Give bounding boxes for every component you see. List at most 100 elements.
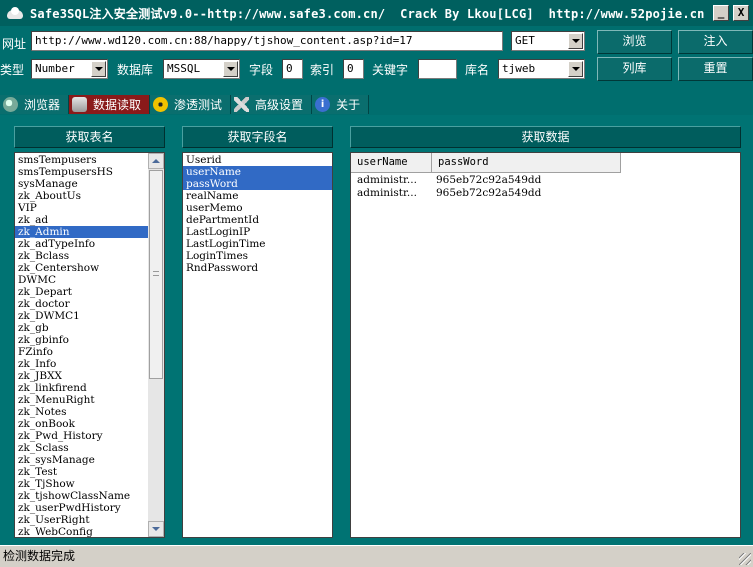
resize-grip-icon[interactable] [739, 553, 751, 565]
inject-button[interactable]: 注入 [678, 30, 753, 54]
list-item[interactable]: zk_MenuRight [15, 394, 148, 406]
list-item[interactable]: zk_Depart [15, 286, 148, 298]
tab-advanced[interactable]: 高级设置 [231, 95, 313, 114]
cell-password: 965eb72c92a549dd [436, 174, 542, 186]
status-bar: 检测数据完成 [0, 545, 753, 567]
list-item[interactable]: FZinfo [15, 346, 148, 358]
list-item[interactable]: zk_onBook [15, 418, 148, 430]
reset-button[interactable]: 重置 [678, 57, 753, 81]
chevron-down-icon[interactable] [568, 61, 583, 77]
list-item[interactable]: zk_doctor [15, 298, 148, 310]
tab-about[interactable]: i 关于 [312, 95, 370, 114]
fields-items: Userid userName passWord realName userMemo de… [183, 153, 332, 274]
type-value: Number [35, 62, 75, 75]
window-title: Safe3SQL注入安全测试v9.0--http://www.safe3.com… [30, 6, 705, 21]
list-item[interactable]: zk_TjShow [15, 478, 148, 490]
chevron-down-icon [152, 527, 160, 531]
list-item[interactable]: smsTempusersHS [15, 166, 148, 178]
field-label: 字段 [249, 63, 274, 77]
minimize-button[interactable]: _ [713, 5, 729, 21]
list-item[interactable]: zk_Centershow [15, 262, 148, 274]
grip-lines-icon [153, 271, 159, 276]
list-item[interactable]: zk_Bclass [15, 250, 148, 262]
grid-header: userName passWord [351, 153, 621, 173]
grid-col-password[interactable]: passWord [432, 153, 621, 173]
tab-data-read-label: 数据读取 [93, 98, 142, 112]
list-item[interactable]: LastLoginIP [183, 226, 332, 238]
list-item[interactable]: zk_Notes [15, 406, 148, 418]
keyword-label: 关键字 [372, 63, 409, 77]
list-item[interactable]: zk_Pwd_History [15, 430, 148, 442]
tab-advanced-label: 高级设置 [255, 98, 304, 112]
grid-col-username[interactable]: userName [351, 153, 432, 173]
db-label: 数据库 [117, 63, 154, 77]
chevron-up-icon [152, 159, 160, 163]
db-value: MSSQL [167, 62, 201, 75]
list-item[interactable]: zk_WebConfig [15, 526, 148, 537]
cell-username: administr... [357, 187, 417, 199]
list-item[interactable]: sysManage [15, 178, 148, 190]
type-select[interactable]: Number [31, 59, 108, 79]
tables-scrollbar[interactable] [148, 153, 164, 537]
list-item[interactable]: userMemo [183, 202, 332, 214]
list-item[interactable]: zk_Info [15, 358, 148, 370]
chevron-down-icon[interactable] [91, 61, 106, 77]
list-item[interactable]: zk_ad [15, 214, 148, 226]
method-value: GET [515, 34, 535, 47]
tab-pentest-label: 渗透测试 [174, 98, 223, 112]
list-item[interactable]: dePartmentId [183, 214, 332, 226]
table-row[interactable]: administr... 965eb72c92a549dd [351, 187, 541, 200]
table-row[interactable]: administr... 965eb72c92a549dd [351, 174, 541, 187]
index-input[interactable]: 0 [343, 59, 364, 79]
fields-list[interactable]: Userid userName passWord realName userMemo de… [182, 152, 333, 538]
tab-data-read[interactable]: 数据读取 [69, 95, 151, 114]
list-item[interactable]: zk_AboutUs [15, 190, 148, 202]
chevron-down-icon[interactable] [223, 61, 238, 77]
browse-button[interactable]: 浏览 [597, 30, 672, 54]
tab-browser[interactable]: 浏览器 [0, 95, 70, 114]
keyword-input[interactable] [418, 59, 457, 79]
field-input[interactable]: 0 [282, 59, 303, 79]
list-item[interactable]: userName [183, 166, 332, 178]
list-item[interactable]: passWord [183, 178, 332, 190]
list-item[interactable]: DWMC [15, 274, 148, 286]
tab-about-label: 关于 [336, 98, 361, 112]
url-input[interactable]: http://www.wd120.com.cn:88/happy/tjshow_… [31, 31, 503, 51]
method-select[interactable]: GET [511, 31, 585, 51]
list-item[interactable]: zk_gb [15, 322, 148, 334]
tables-header: 获取表名 [14, 126, 165, 148]
list-item[interactable]: smsTempusers [15, 154, 148, 166]
list-item[interactable]: zk_UserRight [15, 514, 148, 526]
list-item[interactable]: zk_sysManage [15, 454, 148, 466]
globe-icon [3, 97, 18, 112]
list-item[interactable]: zk_Sclass [15, 442, 148, 454]
scroll-thumb[interactable] [149, 170, 163, 379]
index-label: 索引 [310, 63, 335, 77]
list-item[interactable]: zk_userPwdHistory [15, 502, 148, 514]
list-item[interactable]: zk_JBXX [15, 370, 148, 382]
list-item[interactable]: zk_DWMC1 [15, 310, 148, 322]
list-item[interactable]: realName [183, 190, 332, 202]
dbname-select[interactable]: tjweb [498, 59, 585, 79]
db-select[interactable]: MSSQL [163, 59, 240, 79]
tables-list[interactable]: smsTempusers smsTempusersHS sysManage zk_Ab… [14, 152, 165, 538]
list-item[interactable]: RndPassword [183, 262, 332, 274]
list-item[interactable]: zk_tjshowClassName [15, 490, 148, 502]
list-item[interactable]: LastLoginTime [183, 238, 332, 250]
list-item[interactable]: zk_adTypeInfo [15, 238, 148, 250]
close-button[interactable]: X [733, 5, 749, 21]
list-item[interactable]: zk_gbinfo [15, 334, 148, 346]
list-item[interactable]: zk_linkfirend [15, 382, 148, 394]
status-text: 检测数据完成 [3, 549, 76, 563]
tab-pentest[interactable]: 渗透测试 [150, 95, 232, 114]
data-grid[interactable]: userName passWord administr... 965eb72c9… [350, 152, 741, 538]
list-item[interactable]: zk_Admin [15, 226, 148, 238]
chevron-down-icon[interactable] [568, 33, 583, 49]
list-item[interactable]: VIP [15, 202, 148, 214]
list-db-button[interactable]: 列库 [597, 57, 672, 81]
list-item[interactable]: Userid [183, 154, 332, 166]
list-item[interactable]: zk_Test [15, 466, 148, 478]
scroll-up-button[interactable] [148, 153, 164, 169]
list-item[interactable]: LoginTimes [183, 250, 332, 262]
scroll-down-button[interactable] [148, 521, 164, 537]
